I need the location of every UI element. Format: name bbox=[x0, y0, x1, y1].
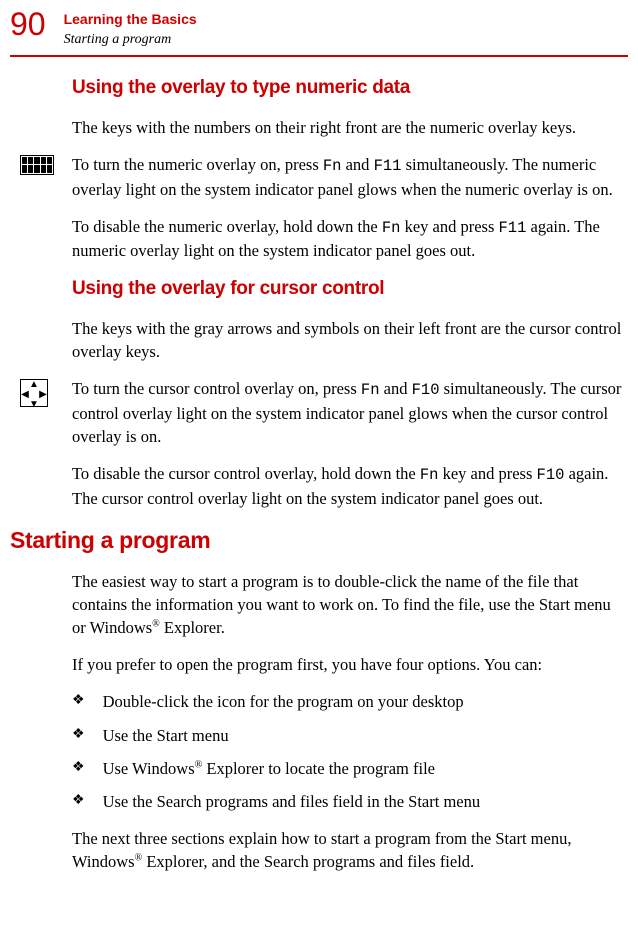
chapter-title: Learning the Basics bbox=[64, 10, 197, 30]
list-item: ❖ Use Windows® Explorer to locate the pr… bbox=[72, 757, 628, 780]
bullet-icon: ❖ bbox=[72, 724, 85, 746]
section-heading-starting: Starting a program bbox=[10, 524, 628, 556]
bullet-icon: ❖ bbox=[72, 757, 85, 779]
key-fn: Fn bbox=[361, 381, 380, 399]
page-number: 90 bbox=[10, 8, 46, 40]
key-fn: Fn bbox=[323, 157, 342, 175]
paragraph-with-margin-icon: To turn the numeric overlay on, press Fn… bbox=[72, 153, 628, 201]
list-item: ❖ Double-click the icon for the program … bbox=[72, 690, 628, 713]
body-text: If you prefer to open the program first,… bbox=[72, 653, 628, 676]
list-item: ❖ Use the Start menu bbox=[72, 724, 628, 747]
body-text: To disable the cursor control overlay, h… bbox=[72, 462, 628, 510]
body-text: To disable the numeric overlay, hold dow… bbox=[72, 215, 628, 263]
page-header: 90 Learning the Basics Starting a progra… bbox=[10, 8, 628, 49]
section-subtitle: Starting a program bbox=[64, 30, 197, 50]
arrows-icon: ▲ ◀▶ ▼ bbox=[20, 379, 48, 407]
list-text: Double-click the icon for the program on… bbox=[103, 690, 464, 713]
list-text: Use the Search programs and files field … bbox=[103, 790, 481, 813]
body-text: The keys with the gray arrows and symbol… bbox=[72, 317, 628, 363]
options-list: ❖ Double-click the icon for the program … bbox=[72, 690, 628, 812]
bullet-icon: ❖ bbox=[72, 690, 85, 712]
registered-mark: ® bbox=[152, 619, 160, 630]
key-fn: Fn bbox=[382, 219, 401, 237]
body-text: The easiest way to start a program is to… bbox=[72, 570, 628, 639]
body-text: The keys with the numbers on their right… bbox=[72, 116, 628, 139]
body-text: The next three sections explain how to s… bbox=[72, 827, 628, 873]
keypad-icon bbox=[20, 155, 54, 175]
body-text: To turn the numeric overlay on, press Fn… bbox=[72, 153, 628, 201]
header-text: Learning the Basics Starting a program bbox=[64, 8, 197, 49]
header-divider bbox=[10, 55, 628, 57]
key-fn: Fn bbox=[420, 466, 439, 484]
page-content: Using the overlay to type numeric data T… bbox=[10, 75, 628, 873]
key-f10: F10 bbox=[537, 466, 565, 484]
key-f11: F11 bbox=[374, 157, 402, 175]
key-f11: F11 bbox=[499, 219, 527, 237]
list-item: ❖ Use the Search programs and files fiel… bbox=[72, 790, 628, 813]
bullet-icon: ❖ bbox=[72, 790, 85, 812]
list-text: Use the Start menu bbox=[103, 724, 229, 747]
list-text: Use Windows® Explorer to locate the prog… bbox=[103, 757, 435, 780]
body-text: To turn the cursor control overlay on, p… bbox=[72, 377, 628, 448]
paragraph-with-margin-icon: ▲ ◀▶ ▼ To turn the cursor control overla… bbox=[72, 377, 628, 448]
section-heading-cursor: Using the overlay for cursor control bbox=[72, 276, 628, 303]
section-heading-numeric: Using the overlay to type numeric data bbox=[72, 75, 628, 102]
key-f10: F10 bbox=[412, 381, 440, 399]
